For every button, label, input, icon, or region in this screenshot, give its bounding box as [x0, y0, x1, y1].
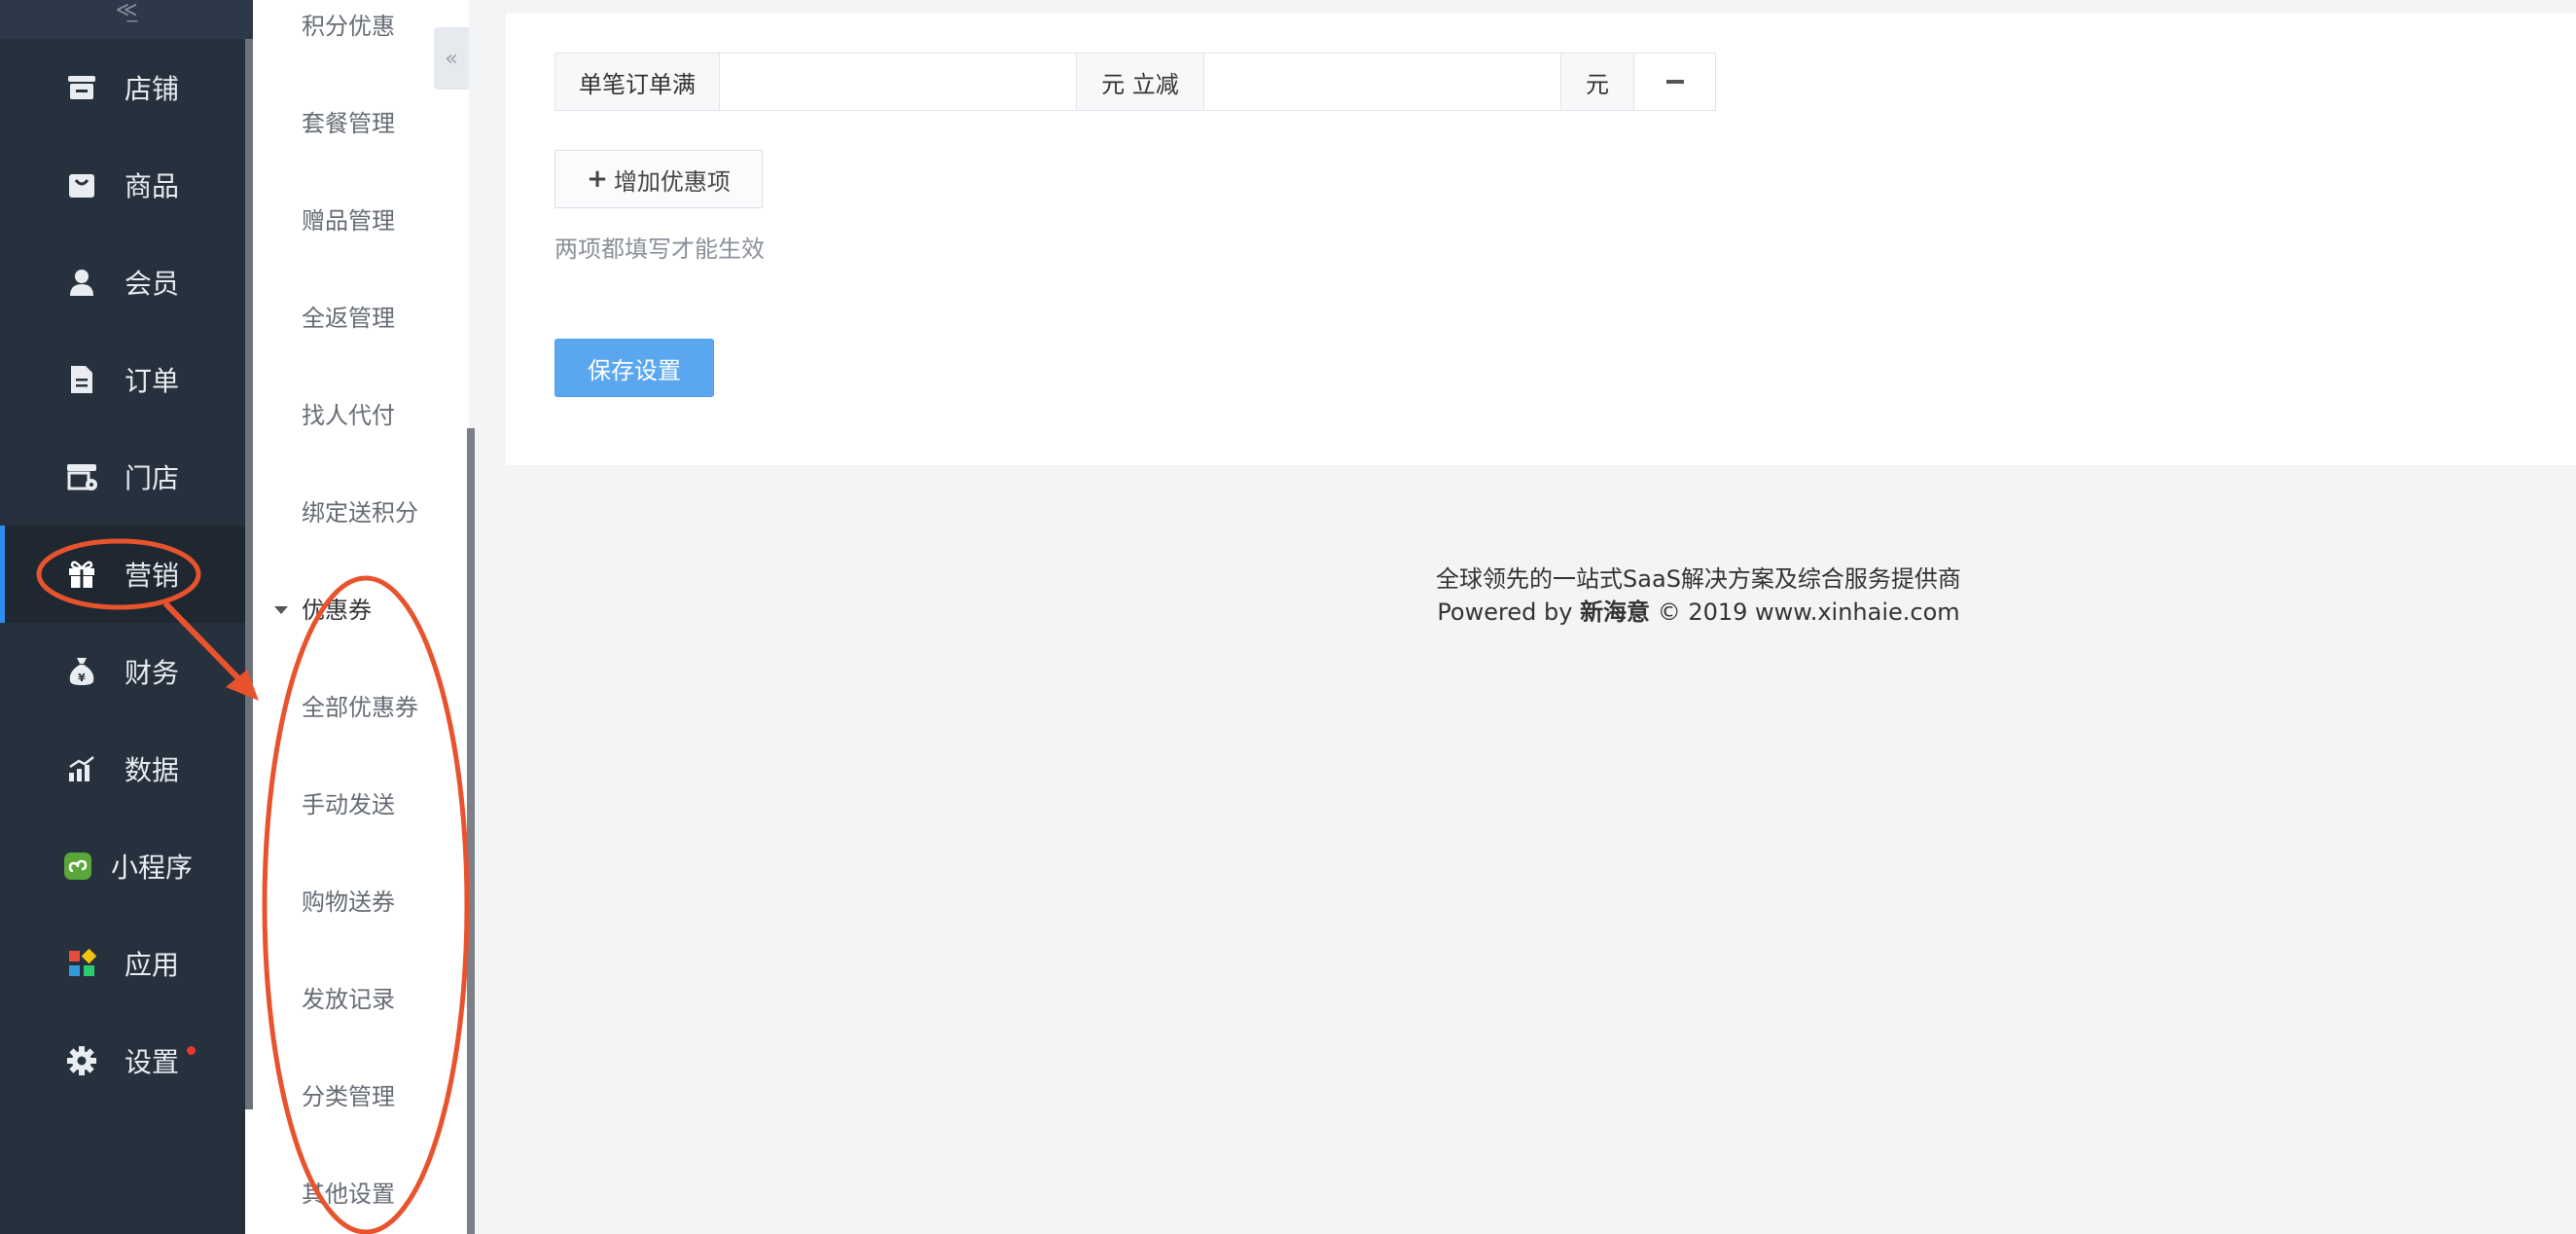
sidebar-item-label: 订单	[125, 365, 180, 397]
footer-copyright: © 2019 www.xinhaie.com	[1657, 599, 1960, 626]
submenu-item[interactable]: 全返管理	[302, 304, 395, 333]
caret-down-icon	[274, 606, 288, 614]
plus-icon: +	[587, 164, 608, 194]
primary-sidebar: ≪̲ 店铺 商品 会员 订单 门店 营销 ¥ 财务 数据 小程序 应用 设置	[0, 0, 253, 1234]
sidebar-item-goods[interactable]: 商品	[0, 136, 245, 234]
sidebar-item-store[interactable]: 店铺	[0, 39, 245, 136]
discount-rule-row: 单笔订单满 元 立减 元	[555, 53, 1716, 111]
sidebar-item-apps[interactable]: 应用	[0, 915, 245, 1012]
add-discount-label: 增加优惠项	[613, 167, 731, 196]
submenu-group-label: 优惠券	[302, 597, 372, 624]
sidebar-item-label: 店铺	[125, 73, 180, 105]
collapse-submenu-button[interactable]: «	[434, 27, 469, 90]
submenu-item[interactable]: 分类管理	[302, 1082, 395, 1111]
submenu-item[interactable]: 绑定送积分	[302, 498, 418, 527]
svg-text:¥: ¥	[78, 671, 86, 684]
sidebar-item-label: 财务	[125, 657, 180, 689]
sidebar-scrollbar[interactable]	[245, 39, 253, 1109]
minus-icon	[1665, 80, 1684, 84]
bag-icon	[64, 167, 99, 202]
rule-middle-label: 元 立减	[1077, 54, 1203, 110]
submenu-item[interactable]: 找人代付	[302, 401, 395, 430]
sidebar-item-orders[interactable]: 订单	[0, 331, 245, 428]
shop-front-icon	[64, 459, 99, 494]
sidebar-item-mini-program[interactable]: 小程序	[0, 817, 245, 915]
footer-powered-prefix: Powered by	[1437, 599, 1573, 626]
submenu-item[interactable]: 手动发送	[302, 790, 395, 819]
submenu-item[interactable]: 其他设置	[302, 1180, 395, 1209]
gear-icon	[64, 1043, 99, 1078]
sidebar-item-label: 应用	[125, 949, 180, 981]
submenu-item[interactable]: 赠品管理	[302, 206, 395, 236]
sidebar-gap	[245, 1109, 253, 1234]
notification-dot	[187, 1046, 196, 1055]
submenu-item[interactable]: 购物送券	[302, 888, 395, 917]
submenu-group-coupons[interactable]: 优惠券	[274, 596, 372, 625]
page-footer: 全球领先的一站式SaaS解决方案及综合服务提供商 Powered by 新海意 …	[1309, 563, 2088, 629]
discount-amount-input[interactable]	[1203, 54, 1561, 110]
gift-icon	[64, 557, 99, 592]
rule-suffix-label: 元	[1561, 54, 1633, 110]
footer-brand-link[interactable]: 新海意	[1580, 599, 1650, 626]
store-icon	[64, 70, 99, 105]
rule-prefix-label: 单笔订单满	[555, 54, 719, 110]
document-icon	[64, 362, 99, 397]
sidebar-item-label: 会员	[125, 268, 180, 300]
sidebar-item-finance[interactable]: ¥ 财务	[0, 623, 245, 720]
sidebar-item-label: 商品	[125, 170, 180, 202]
remove-rule-button[interactable]	[1633, 54, 1715, 110]
form-hint: 两项都填写才能生效	[555, 236, 765, 263]
submenu-item[interactable]: 积分优惠	[302, 12, 395, 41]
sidebar-item-label: 营销	[125, 560, 180, 592]
money-bag-icon: ¥	[64, 654, 99, 689]
submenu-item[interactable]: 全部优惠券	[302, 693, 418, 722]
sidebar-item-members[interactable]: 会员	[0, 234, 245, 331]
chart-icon	[64, 751, 99, 786]
footer-tagline: 全球领先的一站式SaaS解决方案及综合服务提供商	[1436, 565, 1961, 593]
sidebar-item-marketing[interactable]: 营销	[0, 526, 245, 623]
footer-powered: Powered by 新海意 © 2019 www.xinhaie.com	[1309, 596, 2088, 629]
secondary-menu: 积分优惠 套餐管理 赠品管理 全返管理 找人代付 绑定送积分 优惠券 全部优惠券…	[253, 0, 469, 1234]
submenu-scrollbar[interactable]	[467, 428, 475, 1234]
submenu-item[interactable]: 发放记录	[302, 985, 395, 1014]
apps-grid-icon	[64, 946, 99, 981]
sidebar-item-label: 门店	[125, 462, 180, 494]
sidebar-item-stores[interactable]: 门店	[0, 428, 245, 526]
sidebar-item-label: 数据	[125, 754, 180, 786]
mini-program-icon	[60, 849, 95, 884]
user-icon	[64, 265, 99, 300]
sidebar-item-settings[interactable]: 设置	[0, 1012, 245, 1109]
menu-collapse-icon[interactable]: ≪̲	[0, 0, 253, 39]
sidebar-item-label: 小程序	[111, 852, 194, 884]
save-button[interactable]: 保存设置	[555, 339, 714, 397]
order-amount-input[interactable]	[719, 54, 1077, 110]
add-discount-button[interactable]: + 增加优惠项	[555, 150, 763, 208]
sidebar-item-label: 设置	[125, 1046, 180, 1078]
submenu-item[interactable]: 套餐管理	[302, 109, 395, 138]
sidebar-item-data[interactable]: 数据	[0, 720, 245, 817]
